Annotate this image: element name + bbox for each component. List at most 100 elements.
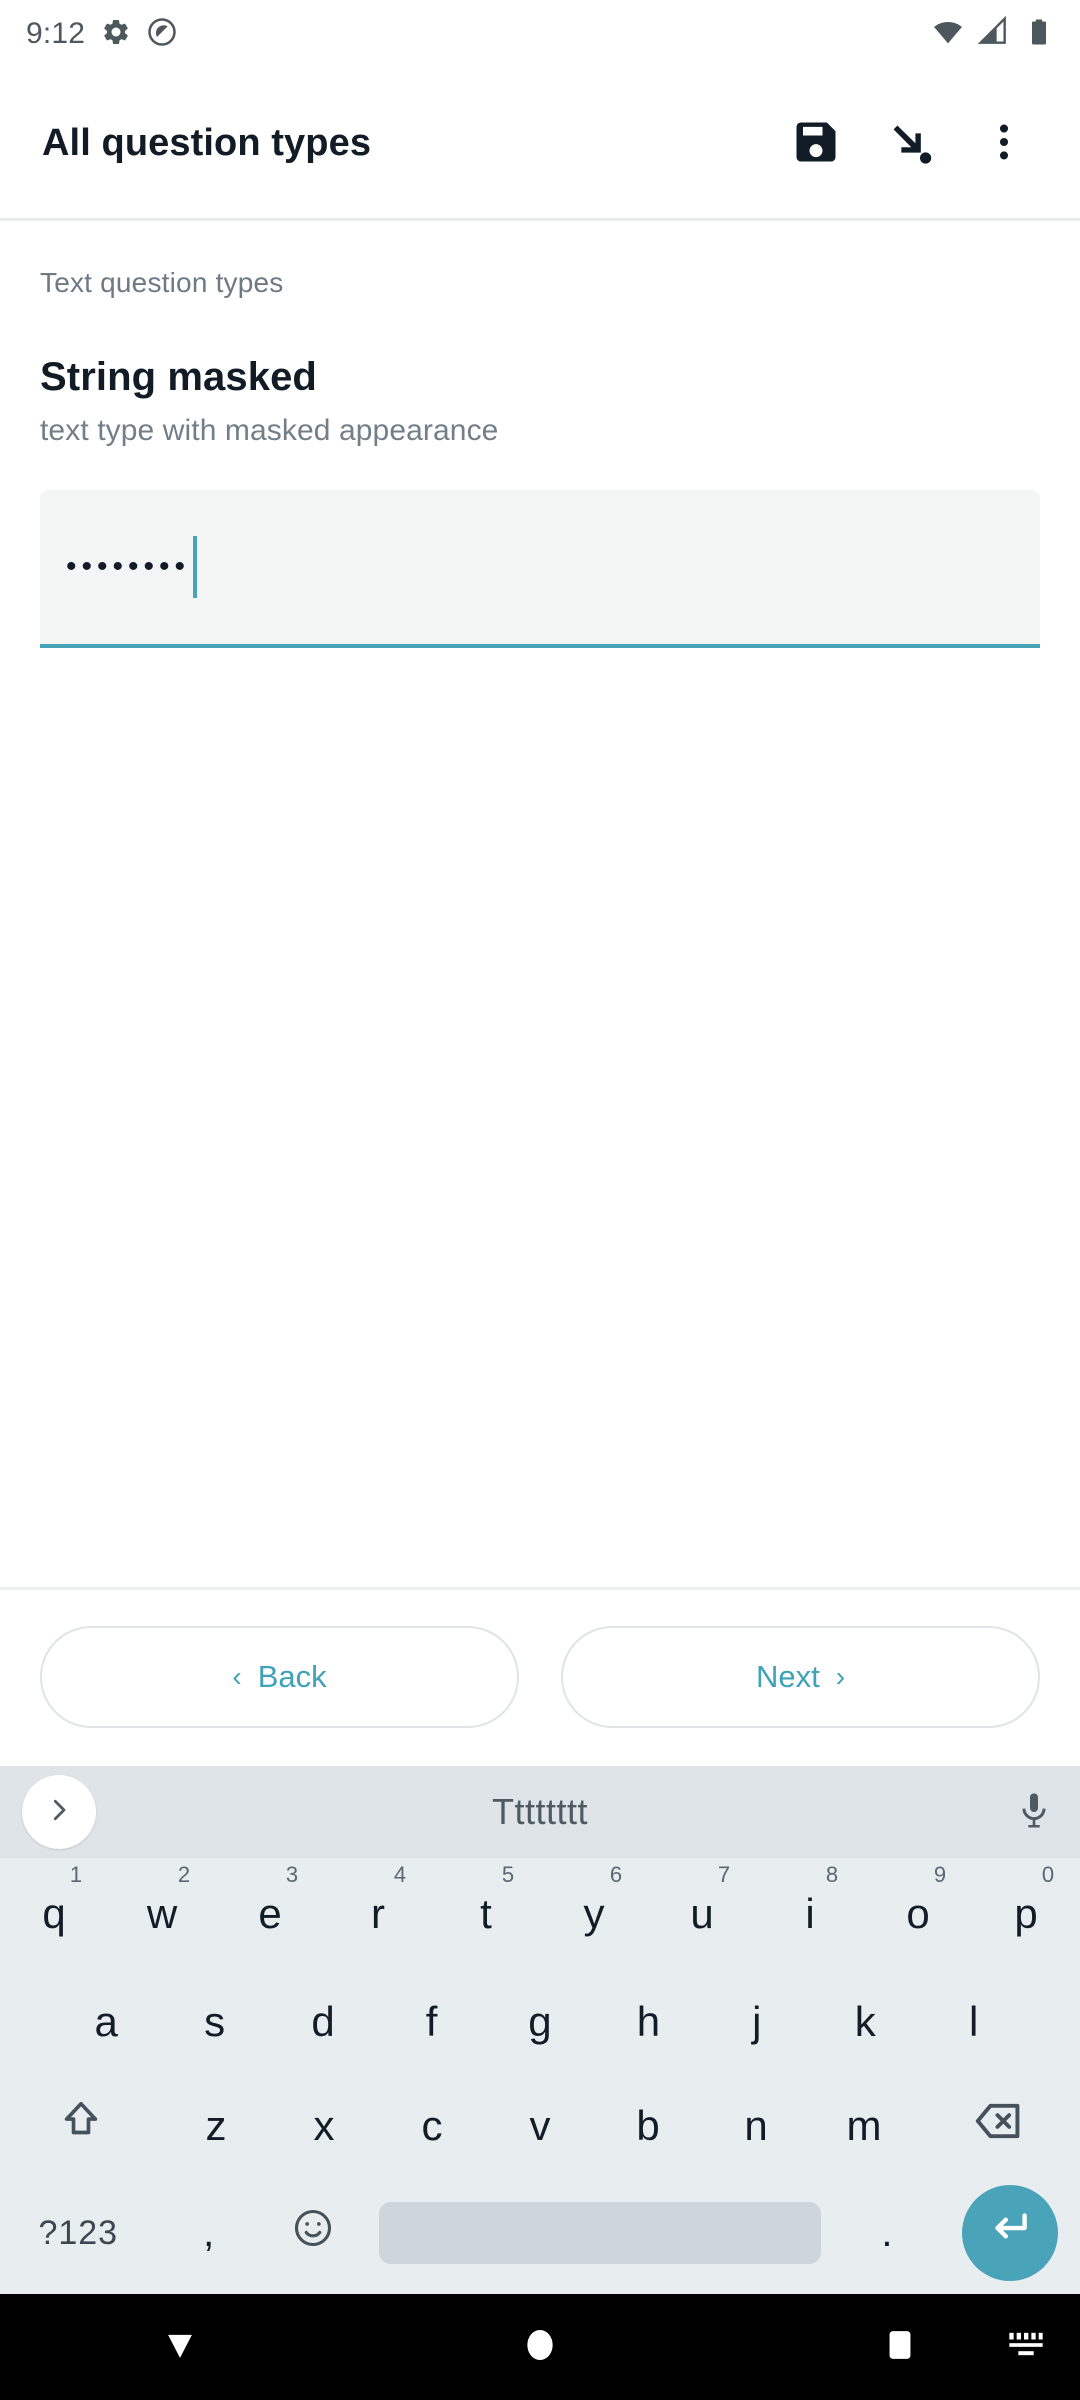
key-s-label: s <box>204 1998 226 2045</box>
key-o-label: o <box>906 1890 930 1937</box>
gear-icon <box>101 17 131 52</box>
key-r[interactable]: 4r <box>324 1858 432 1970</box>
key-i-label: i <box>805 1890 815 1937</box>
space-key[interactable] <box>365 2178 835 2288</box>
system-back-button[interactable] <box>0 2294 360 2400</box>
key-s[interactable]: s <box>160 1970 268 2074</box>
more-options-button[interactable] <box>962 101 1046 185</box>
home-circle-icon <box>520 2325 560 2370</box>
key-y[interactable]: 6y <box>540 1858 648 1970</box>
chevron-left-icon: ‹ <box>232 1661 242 1692</box>
emoji-key[interactable] <box>261 2178 365 2288</box>
key-k[interactable]: k <box>811 1970 919 2074</box>
form-navigation: ‹ Back Next › <box>0 1587 1080 1766</box>
comma-key-label: , <box>203 2210 215 2255</box>
status-bar: 9:12 <box>0 0 1080 68</box>
shift-key-icon <box>58 2098 104 2154</box>
wifi-icon <box>932 16 964 53</box>
enter-key[interactable] <box>939 2178 1080 2288</box>
key-c-label: c <box>421 2102 443 2149</box>
goto-icon <box>884 116 936 171</box>
shift-key[interactable] <box>0 2074 162 2178</box>
keyboard-row-3: z x c v b n m <box>0 2074 1080 2178</box>
backspace-key[interactable] <box>918 2074 1080 2178</box>
key-j[interactable]: j <box>703 1970 811 2074</box>
key-p-label: p <box>1014 1890 1038 1937</box>
enter-key-icon <box>985 2203 1035 2263</box>
key-l[interactable]: l <box>920 1970 1028 2074</box>
key-v-label: v <box>529 2102 551 2149</box>
key-t[interactable]: 5t <box>432 1858 540 1970</box>
key-u-number: 7 <box>717 1862 731 1887</box>
key-f-label: f <box>425 1998 438 2045</box>
voice-input-button[interactable] <box>984 1790 1054 1835</box>
key-z[interactable]: z <box>162 2074 270 2178</box>
key-q-number: 1 <box>69 1862 83 1887</box>
period-key-label: . <box>881 2210 893 2255</box>
app-bar: All question types <box>0 68 1080 218</box>
key-a[interactable]: a <box>52 1970 160 2074</box>
key-n-label: n <box>744 2102 768 2149</box>
keyboard-switch-button[interactable] <box>1006 2328 1046 2367</box>
key-u-label: u <box>690 1890 714 1937</box>
suggestion-list: Tttttttt <box>96 1791 984 1833</box>
suggestion-strip: Tttttttt <box>0 1766 1080 1858</box>
key-o-number: 9 <box>933 1862 947 1887</box>
recents-square-icon <box>881 2326 919 2369</box>
key-n[interactable]: n <box>702 2074 810 2178</box>
symbols-key[interactable]: ?123 <box>0 2178 157 2288</box>
app-bar-actions <box>774 101 1046 185</box>
key-r-label: r <box>371 1890 385 1937</box>
key-e-label: e <box>258 1890 282 1937</box>
key-u[interactable]: 7u <box>648 1858 756 1970</box>
key-g[interactable]: g <box>486 1970 594 2074</box>
backspace-key-icon <box>973 2095 1025 2157</box>
suggestion-item[interactable]: Tttttttt <box>492 1791 588 1833</box>
key-q[interactable]: 1q <box>0 1858 108 1970</box>
back-button-label: Back <box>257 1659 327 1694</box>
next-button-label: Next <box>755 1659 820 1694</box>
key-r-number: 4 <box>393 1862 407 1887</box>
chevron-right-icon <box>44 1795 74 1830</box>
save-icon <box>790 116 842 171</box>
phone-screen: 9:12 All question types Text question ty… <box>0 0 1080 2400</box>
key-i-number: 8 <box>825 1862 839 1887</box>
privacy-indicator-icon <box>147 17 177 52</box>
key-y-label: y <box>583 1890 605 1937</box>
system-navigation-bar <box>0 2294 1080 2400</box>
key-a-label: a <box>94 1998 118 2045</box>
back-triangle-icon <box>158 2323 202 2372</box>
key-x[interactable]: x <box>270 2074 378 2178</box>
key-k-label: k <box>854 1998 876 2045</box>
key-p[interactable]: 0p <box>972 1858 1080 1970</box>
key-b[interactable]: b <box>594 2074 702 2178</box>
key-e[interactable]: 3e <box>216 1858 324 1970</box>
key-w-number: 2 <box>177 1862 191 1887</box>
key-m[interactable]: m <box>810 2074 918 2178</box>
save-button[interactable] <box>774 101 858 185</box>
enter-key-surface <box>961 2185 1058 2281</box>
status-bar-left: 9:12 <box>26 17 177 52</box>
next-button[interactable]: Next › <box>561 1626 1040 1728</box>
goto-button[interactable] <box>868 101 952 185</box>
key-v[interactable]: v <box>486 2074 594 2178</box>
period-key[interactable]: . <box>835 2178 939 2288</box>
key-o[interactable]: 9o <box>864 1858 972 1970</box>
expand-suggestions-button[interactable] <box>22 1775 96 1849</box>
question-hint: text type with masked appearance <box>40 414 499 447</box>
key-w[interactable]: 2w <box>108 1858 216 1970</box>
string-masked-input[interactable]: •••••••• <box>40 490 1040 648</box>
system-home-button[interactable] <box>360 2294 720 2400</box>
back-button[interactable]: ‹ Back <box>40 1626 519 1728</box>
key-f[interactable]: f <box>377 1970 485 2074</box>
comma-key[interactable]: , <box>157 2178 261 2288</box>
text-caret <box>193 536 198 598</box>
question-block: Text question types String masked text t… <box>0 221 1080 1587</box>
key-h[interactable]: h <box>594 1970 702 2074</box>
key-t-label: t <box>480 1890 492 1937</box>
key-e-number: 3 <box>285 1862 299 1887</box>
key-d[interactable]: d <box>269 1970 377 2074</box>
key-d-label: d <box>311 1998 335 2045</box>
key-c[interactable]: c <box>378 2074 486 2178</box>
key-i[interactable]: 8i <box>756 1858 864 1970</box>
